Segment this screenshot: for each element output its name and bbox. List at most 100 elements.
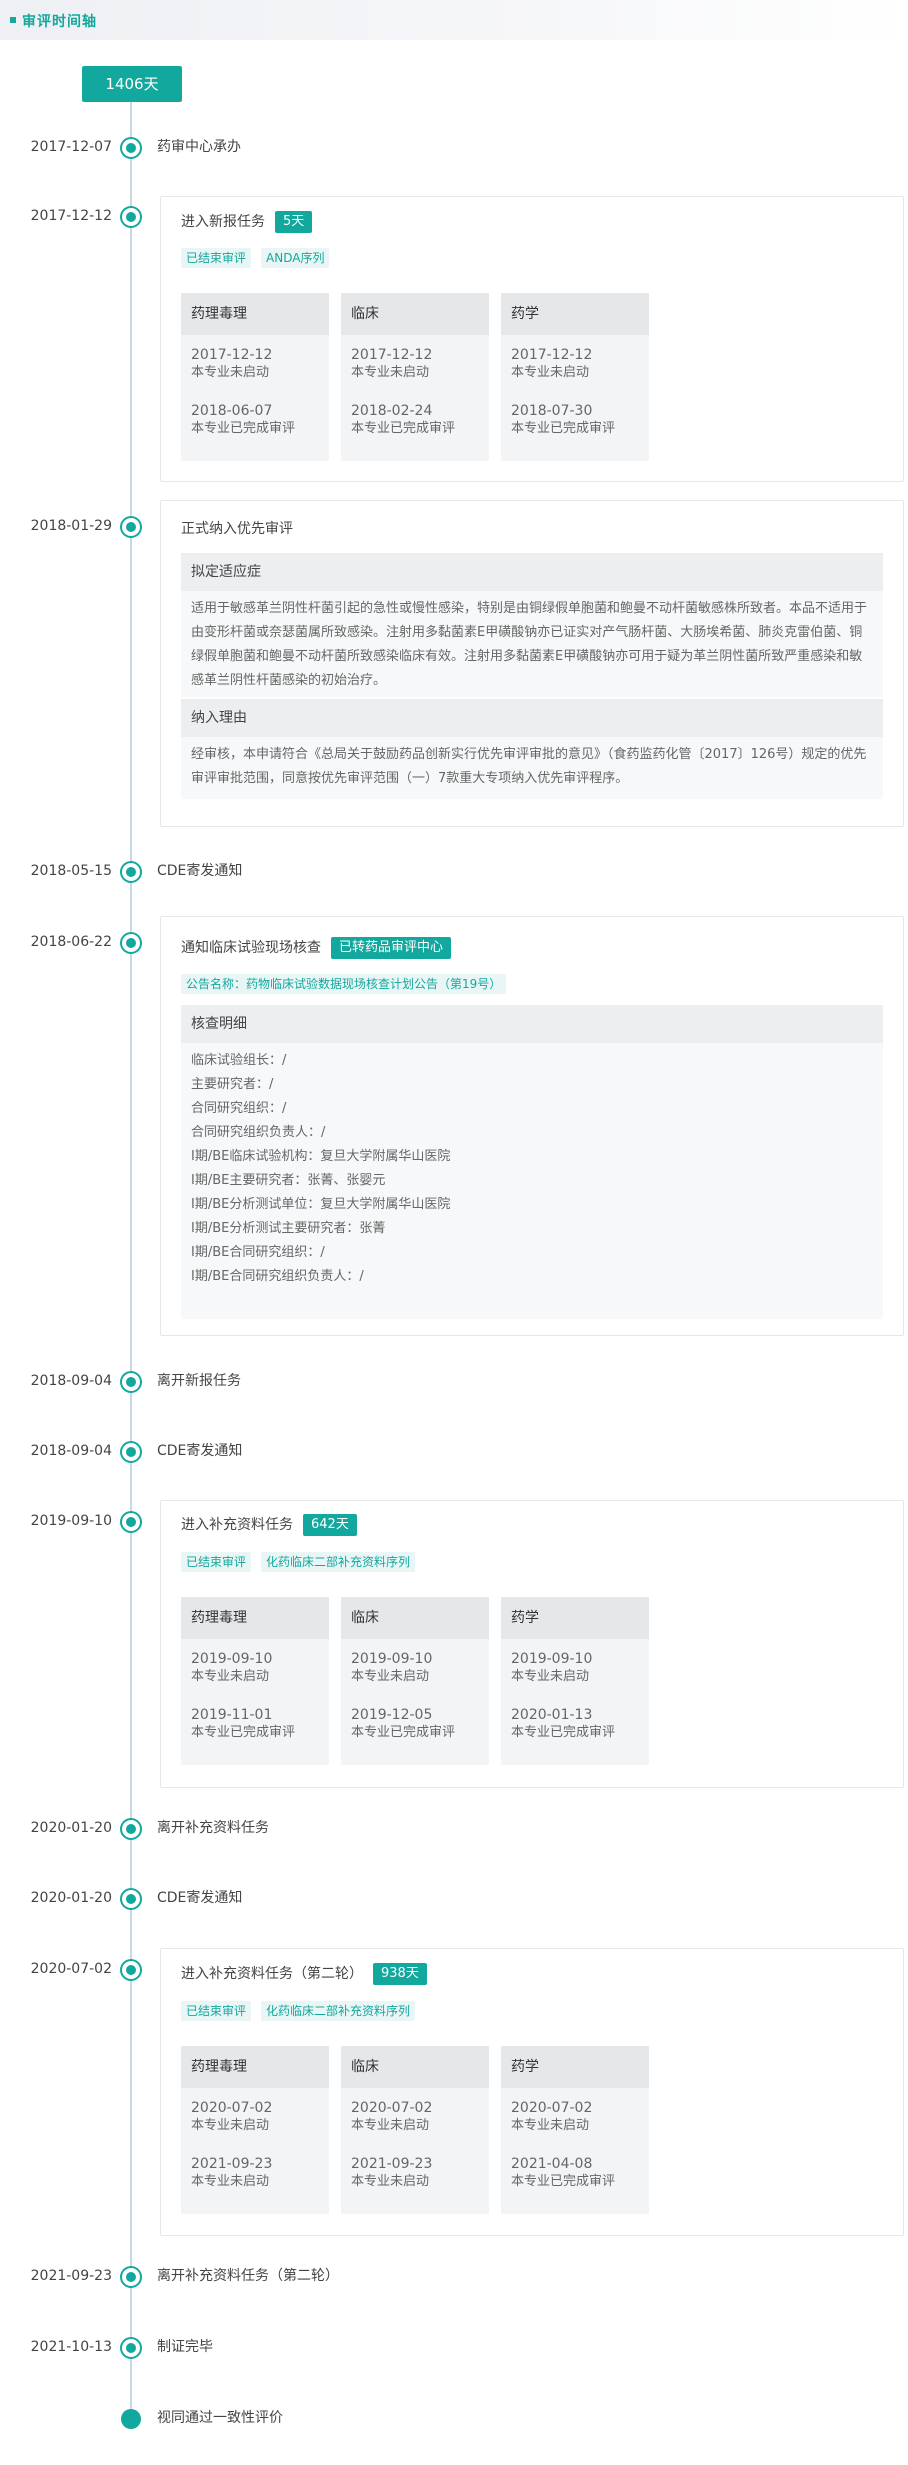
discipline-head: 临床	[341, 1597, 489, 1639]
timeline-dot-icon	[122, 1513, 140, 1531]
end-date: 2021-09-23	[351, 2156, 433, 2172]
start-date: 2019-09-10	[511, 1651, 593, 1667]
timeline-dot-icon	[122, 1961, 140, 1979]
header-square-icon	[10, 17, 16, 23]
section-body: 适用于敏感革兰阴性杆菌引起的急性或慢性感染，特别是由铜绿假单胞菌和鲍曼不动杆菌敏…	[181, 591, 883, 697]
discipline-column: 药理毒理 2017-12-12 本专业未启动 2018-06-07 本专业已完成…	[181, 293, 329, 461]
stage-card-site-inspection: 通知临床试验现场核查 已转药品审评中心 公告名称：药物临床试验数据现场核查计划公告…	[160, 916, 904, 1336]
status-tag: 已结束审评	[181, 2001, 252, 2021]
start-status: 本专业未启动	[511, 2118, 590, 2133]
timeline-node: 2017-12-07 药审中心承办	[0, 137, 908, 157]
status-tag: 已结束审评	[181, 248, 252, 268]
start-date: 2019-09-10	[351, 1651, 433, 1667]
timeline-dot-icon	[122, 1820, 140, 1838]
timeline-dot-icon	[122, 1373, 140, 1391]
node-date: 2021-10-13	[30, 2339, 112, 2355]
discipline-head: 临床	[341, 2046, 489, 2088]
node-label: 视同通过一致性评价	[157, 2410, 283, 2426]
start-status: 本专业未启动	[191, 2118, 270, 2133]
end-date: 2021-04-08	[511, 2156, 593, 2172]
start-status: 本专业未启动	[511, 1669, 590, 1684]
timeline-node: 2021-10-13 制证完毕	[0, 2337, 908, 2357]
timeline-node: 2020-01-20 离开补充资料任务	[0, 1818, 908, 1838]
node-date: 2018-06-22	[30, 934, 112, 950]
end-status: 本专业已完成审评	[351, 1725, 456, 1740]
node-date: 2020-01-20	[30, 1820, 112, 1836]
node-label: 离开补充资料任务	[157, 1820, 269, 1836]
list-item: I期/BE分析测试单位：复旦大学附属华山医院	[191, 1197, 451, 1212]
days-badge: 642天	[303, 1514, 357, 1536]
timeline-end-dot-icon	[121, 2409, 141, 2429]
card-title-row: 进入新报任务 5天	[181, 211, 313, 233]
start-date: 2020-07-02	[351, 2100, 433, 2116]
discipline-column: 药学 2019-09-10 本专业未启动 2020-01-13 本专业已完成审评	[501, 1597, 649, 1765]
node-date: 2020-01-20	[30, 1890, 112, 1906]
start-date: 2019-09-10	[191, 1651, 273, 1667]
node-label: CDE寄发通知	[157, 1443, 243, 1459]
discipline-head: 药理毒理	[181, 1597, 329, 1639]
end-status: 本专业未启动	[191, 2174, 270, 2189]
section-header: 拟定适应症	[181, 553, 883, 591]
end-status: 本专业已完成审评	[511, 1725, 616, 1740]
end-date: 2018-02-24	[351, 403, 433, 419]
timeline-node: 2021-09-23 离开补充资料任务（第二轮）	[0, 2266, 908, 2286]
list-item: 临床试验组长：/	[191, 1053, 287, 1068]
start-date: 2020-07-02	[511, 2100, 593, 2116]
card-title-row: 通知临床试验现场核查 已转药品审评中心	[181, 937, 452, 959]
discipline-column: 临床 2020-07-02 本专业未启动 2021-09-23 本专业未启动	[341, 2046, 489, 2214]
timeline-dot-icon	[122, 518, 140, 536]
days-badge: 5天	[275, 211, 313, 233]
tag-group: 已结束审评 化药临床二部补充资料序列	[181, 1551, 425, 1572]
card-title: 进入补充资料任务（第二轮）	[181, 1966, 363, 1982]
timeline-dot-icon	[122, 863, 140, 881]
discipline-column: 药学 2020-07-02 本专业未启动 2021-04-08 本专业已完成审评	[501, 2046, 649, 2214]
list-item: I期/BE主要研究者：张菁、张婴元	[191, 1173, 386, 1188]
end-date: 2019-11-01	[191, 1707, 273, 1723]
total-days-badge: 1406天	[82, 66, 182, 102]
start-status: 本专业未启动	[351, 365, 430, 380]
start-status: 本专业未启动	[191, 1669, 270, 1684]
timeline-node: 2018-09-04 离开新报任务	[0, 1371, 908, 1391]
node-date: 2018-05-15	[30, 863, 112, 879]
node-label: 药审中心承办	[157, 139, 241, 155]
timeline-node: 2018-09-04 CDE寄发通知	[0, 1441, 908, 1461]
list-item: I期/BE分析测试主要研究者：张菁	[191, 1221, 386, 1236]
page-header: 审评时间轴	[0, 0, 908, 40]
section-header: 纳入理由	[181, 699, 883, 737]
end-status: 本专业未启动	[351, 2174, 430, 2189]
card-title: 进入新报任务	[181, 214, 265, 230]
node-date: 2020-07-02	[30, 1961, 112, 1977]
node-date: 2018-09-04	[30, 1443, 112, 1459]
discipline-column: 临床 2019-09-10 本专业未启动 2019-12-05 本专业已完成审评	[341, 1597, 489, 1765]
discipline-head: 药学	[501, 2046, 649, 2088]
start-status: 本专业未启动	[191, 365, 270, 380]
list-item: 主要研究者：/	[191, 1077, 274, 1092]
notice-tag-group: 公告名称：药物临床试验数据现场核查计划公告（第19号）	[181, 973, 516, 994]
end-date: 2018-06-07	[191, 403, 273, 419]
discipline-column: 临床 2017-12-12 本专业未启动 2018-02-24 本专业已完成审评	[341, 293, 489, 461]
start-status: 本专业未启动	[351, 1669, 430, 1684]
status-tag: 已结束审评	[181, 1552, 252, 1572]
discipline-column: 药学 2017-12-12 本专业未启动 2018-07-30 本专业已完成审评	[501, 293, 649, 461]
list-item: I期/BE临床试验机构：复旦大学附属华山医院	[191, 1149, 451, 1164]
node-date: 2017-12-07	[30, 139, 112, 155]
start-date: 2017-12-12	[191, 347, 273, 363]
start-date: 2017-12-12	[511, 347, 593, 363]
list-item: I期/BE合同研究组织负责人：/	[191, 1269, 364, 1284]
node-label: 离开补充资料任务（第二轮）	[157, 2268, 339, 2284]
timeline-dot-icon	[122, 208, 140, 226]
node-date: 2018-09-04	[30, 1373, 112, 1389]
section-body: 经审核，本申请符合《总局关于鼓励药品创新实行优先审评审批的意见》（食药监药化管〔…	[181, 737, 883, 799]
end-status: 本专业已完成审评	[191, 1725, 296, 1740]
timeline-node-final: 视同通过一致性评价	[0, 2408, 908, 2429]
tag-group: 已结束审评 化药临床二部补充资料序列	[181, 2000, 425, 2021]
list-item: 合同研究组织：/	[191, 1101, 287, 1116]
days-badge: 938天	[373, 1963, 427, 1985]
end-status: 本专业已完成审评	[511, 2174, 616, 2189]
node-date: 2018-01-29	[30, 518, 112, 534]
node-label: CDE寄发通知	[157, 863, 243, 879]
list-item: 合同研究组织负责人：/	[191, 1125, 326, 1140]
card-title: 正式纳入优先审评	[181, 521, 293, 537]
timeline-node: 2020-01-20 CDE寄发通知	[0, 1888, 908, 1908]
node-date: 2021-09-23	[30, 2268, 112, 2284]
